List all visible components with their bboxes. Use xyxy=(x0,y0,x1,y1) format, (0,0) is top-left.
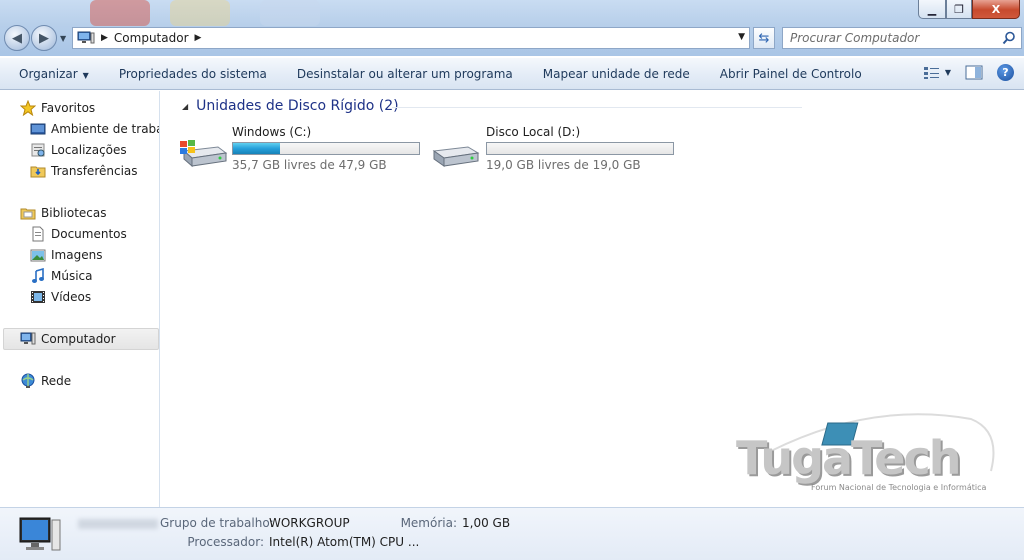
hard-drive-icon xyxy=(432,146,480,167)
workgroup-label: Grupo de trabalho: xyxy=(160,516,274,530)
address-dropdown-icon[interactable]: ▼ xyxy=(738,32,745,42)
star-icon xyxy=(20,100,36,116)
breadcrumb-separator-icon[interactable]: ▶ xyxy=(195,33,202,43)
network-icon xyxy=(21,373,35,388)
computer-icon xyxy=(19,517,61,551)
help-button[interactable]: ? xyxy=(997,64,1014,81)
drive-usage-bar xyxy=(232,142,420,155)
film-strip-icon xyxy=(31,291,45,303)
sidebar-item-recent-places[interactable]: Localizações xyxy=(30,140,127,160)
forward-arrow-icon: ▶ xyxy=(39,30,49,46)
sidebar-item-videos[interactable]: Vídeos xyxy=(30,287,91,307)
drive-free-space: 35,7 GB livres de 47,9 GB xyxy=(232,158,387,172)
back-button[interactable]: ◀ xyxy=(4,25,30,51)
hard-disk-drives-group-header[interactable]: ◢ Unidades de Disco Rígido (2) xyxy=(182,98,802,114)
recent-places-icon xyxy=(31,143,45,157)
group-divider xyxy=(392,107,802,108)
back-arrow-icon: ◀ xyxy=(12,30,22,46)
sidebar-item-label: Ambiente de trabalho xyxy=(51,122,159,136)
drive-usage-bar xyxy=(486,142,674,155)
documents-icon xyxy=(32,226,44,242)
tugatech-watermark: TugaTech Forum Nacional de Tecnologia e … xyxy=(731,411,1021,506)
sidebar-item-label: Imagens xyxy=(51,248,103,262)
desktop-blur xyxy=(170,0,230,26)
drive-free-space: 19,0 GB livres de 19,0 GB xyxy=(486,158,641,172)
refresh-button[interactable]: ⇆ xyxy=(753,27,775,49)
drive-c-tile[interactable]: Windows (C:) 35,7 GB livres de 47,9 GB xyxy=(178,125,428,173)
group-title: Unidades de Disco Rígido (2) xyxy=(196,98,399,114)
window-titlebar: ▁ ❐ X ◀ ▶ ▼ ▶ Computador ▶ ▼ ⇆ xyxy=(0,0,1024,56)
music-note-icon xyxy=(32,268,44,283)
processor-label: Processador: xyxy=(187,535,264,549)
computer-icon xyxy=(20,332,36,345)
view-options-icon xyxy=(923,66,939,79)
close-button[interactable]: X xyxy=(972,0,1020,19)
drive-name: Disco Local (D:) xyxy=(486,125,581,139)
recent-pages-dropdown-icon[interactable]: ▼ xyxy=(60,34,66,43)
watermark-brand: TugaTech xyxy=(736,431,962,485)
sidebar-item-label: Localizações xyxy=(51,143,127,157)
sidebar-item-label: Documentos xyxy=(51,227,127,241)
command-bar: Organizar ▼ Propriedades do sistema Desin… xyxy=(0,57,1024,90)
sidebar-item-label: Música xyxy=(51,269,93,283)
search-icon[interactable] xyxy=(1002,31,1016,45)
preview-pane-icon[interactable] xyxy=(965,65,983,80)
desktop-blur xyxy=(90,0,150,26)
drive-usage-fill xyxy=(233,143,281,154)
sidebar-item-label: Transferências xyxy=(51,164,138,178)
search-input[interactable] xyxy=(790,31,1000,45)
sidebar-item-music[interactable]: Música xyxy=(30,266,93,286)
uninstall-program-button[interactable]: Desinstalar ou alterar um programa xyxy=(282,67,528,81)
map-network-drive-button[interactable]: Mapear unidade de rede xyxy=(528,67,705,81)
sidebar-item-libraries[interactable]: Bibliotecas xyxy=(20,203,106,223)
memory-value: 1,00 GB xyxy=(462,516,511,530)
sidebar-item-favorites[interactable]: Favoritos xyxy=(20,98,95,118)
open-control-panel-button[interactable]: Abrir Painel de Controlo xyxy=(705,67,877,81)
breadcrumb-computer[interactable]: Computador xyxy=(114,31,189,45)
desktop-blur xyxy=(260,0,320,26)
content-area: ◢ Unidades de Disco Rígido (2) Windows (… xyxy=(161,91,1024,507)
windows-drive-icon xyxy=(180,140,228,168)
workgroup-value: WORKGROUP xyxy=(269,516,350,530)
system-properties-button[interactable]: Propriedades do sistema xyxy=(104,67,282,81)
sidebar-item-pictures[interactable]: Imagens xyxy=(30,245,102,265)
refresh-icon: ⇆ xyxy=(758,30,770,46)
memory-label: Memória: xyxy=(400,516,457,530)
change-view-button[interactable]: ▼ xyxy=(923,66,951,80)
sidebar-item-label: Bibliotecas xyxy=(41,206,107,220)
desktop-icon xyxy=(30,123,46,135)
search-box[interactable] xyxy=(782,27,1022,49)
drive-d-tile[interactable]: Disco Local (D:) 19,0 GB livres de 19,0 … xyxy=(432,125,682,173)
breadcrumb-separator-icon[interactable]: ▶ xyxy=(101,33,108,43)
organize-menu[interactable]: Organizar ▼ xyxy=(0,67,104,81)
chevron-down-icon: ▼ xyxy=(944,68,951,77)
drive-name: Windows (C:) xyxy=(232,125,312,139)
computer-icon xyxy=(77,31,95,44)
navigation-pane: Favoritos Ambiente de trabalho Localizaç… xyxy=(0,91,160,507)
computer-name-blurred xyxy=(78,519,158,529)
sidebar-item-computer[interactable]: Computador xyxy=(3,328,159,350)
downloads-folder-icon xyxy=(30,166,46,178)
sidebar-item-label: Favoritos xyxy=(41,101,96,115)
sidebar-item-network[interactable]: Rede xyxy=(20,371,71,391)
sidebar-item-label: Computador xyxy=(41,332,116,346)
maximize-button[interactable]: ❐ xyxy=(946,0,972,19)
details-pane: Grupo de trabalho: WORKGROUP Memória: 1,… xyxy=(0,507,1024,560)
minimize-button[interactable]: ▁ xyxy=(918,0,946,19)
sidebar-item-downloads[interactable]: Transferências xyxy=(30,161,138,181)
organize-label: Organizar xyxy=(19,66,78,81)
sidebar-item-documents[interactable]: Documentos xyxy=(30,224,127,244)
address-bar[interactable]: ▶ Computador ▶ ▼ xyxy=(72,27,750,49)
watermark-tagline: Forum Nacional de Tecnologia e Informáti… xyxy=(811,483,987,492)
forward-button[interactable]: ▶ xyxy=(31,25,57,51)
sidebar-item-desktop[interactable]: Ambiente de trabalho xyxy=(30,119,159,139)
sidebar-item-label: Rede xyxy=(41,374,72,388)
pictures-icon xyxy=(30,249,46,262)
processor-value: Intel(R) Atom(TM) CPU ... xyxy=(269,535,420,549)
collapse-triangle-icon[interactable]: ◢ xyxy=(182,102,188,111)
chevron-down-icon: ▼ xyxy=(82,70,89,80)
libraries-icon xyxy=(20,208,36,220)
sidebar-item-label: Vídeos xyxy=(51,290,92,304)
